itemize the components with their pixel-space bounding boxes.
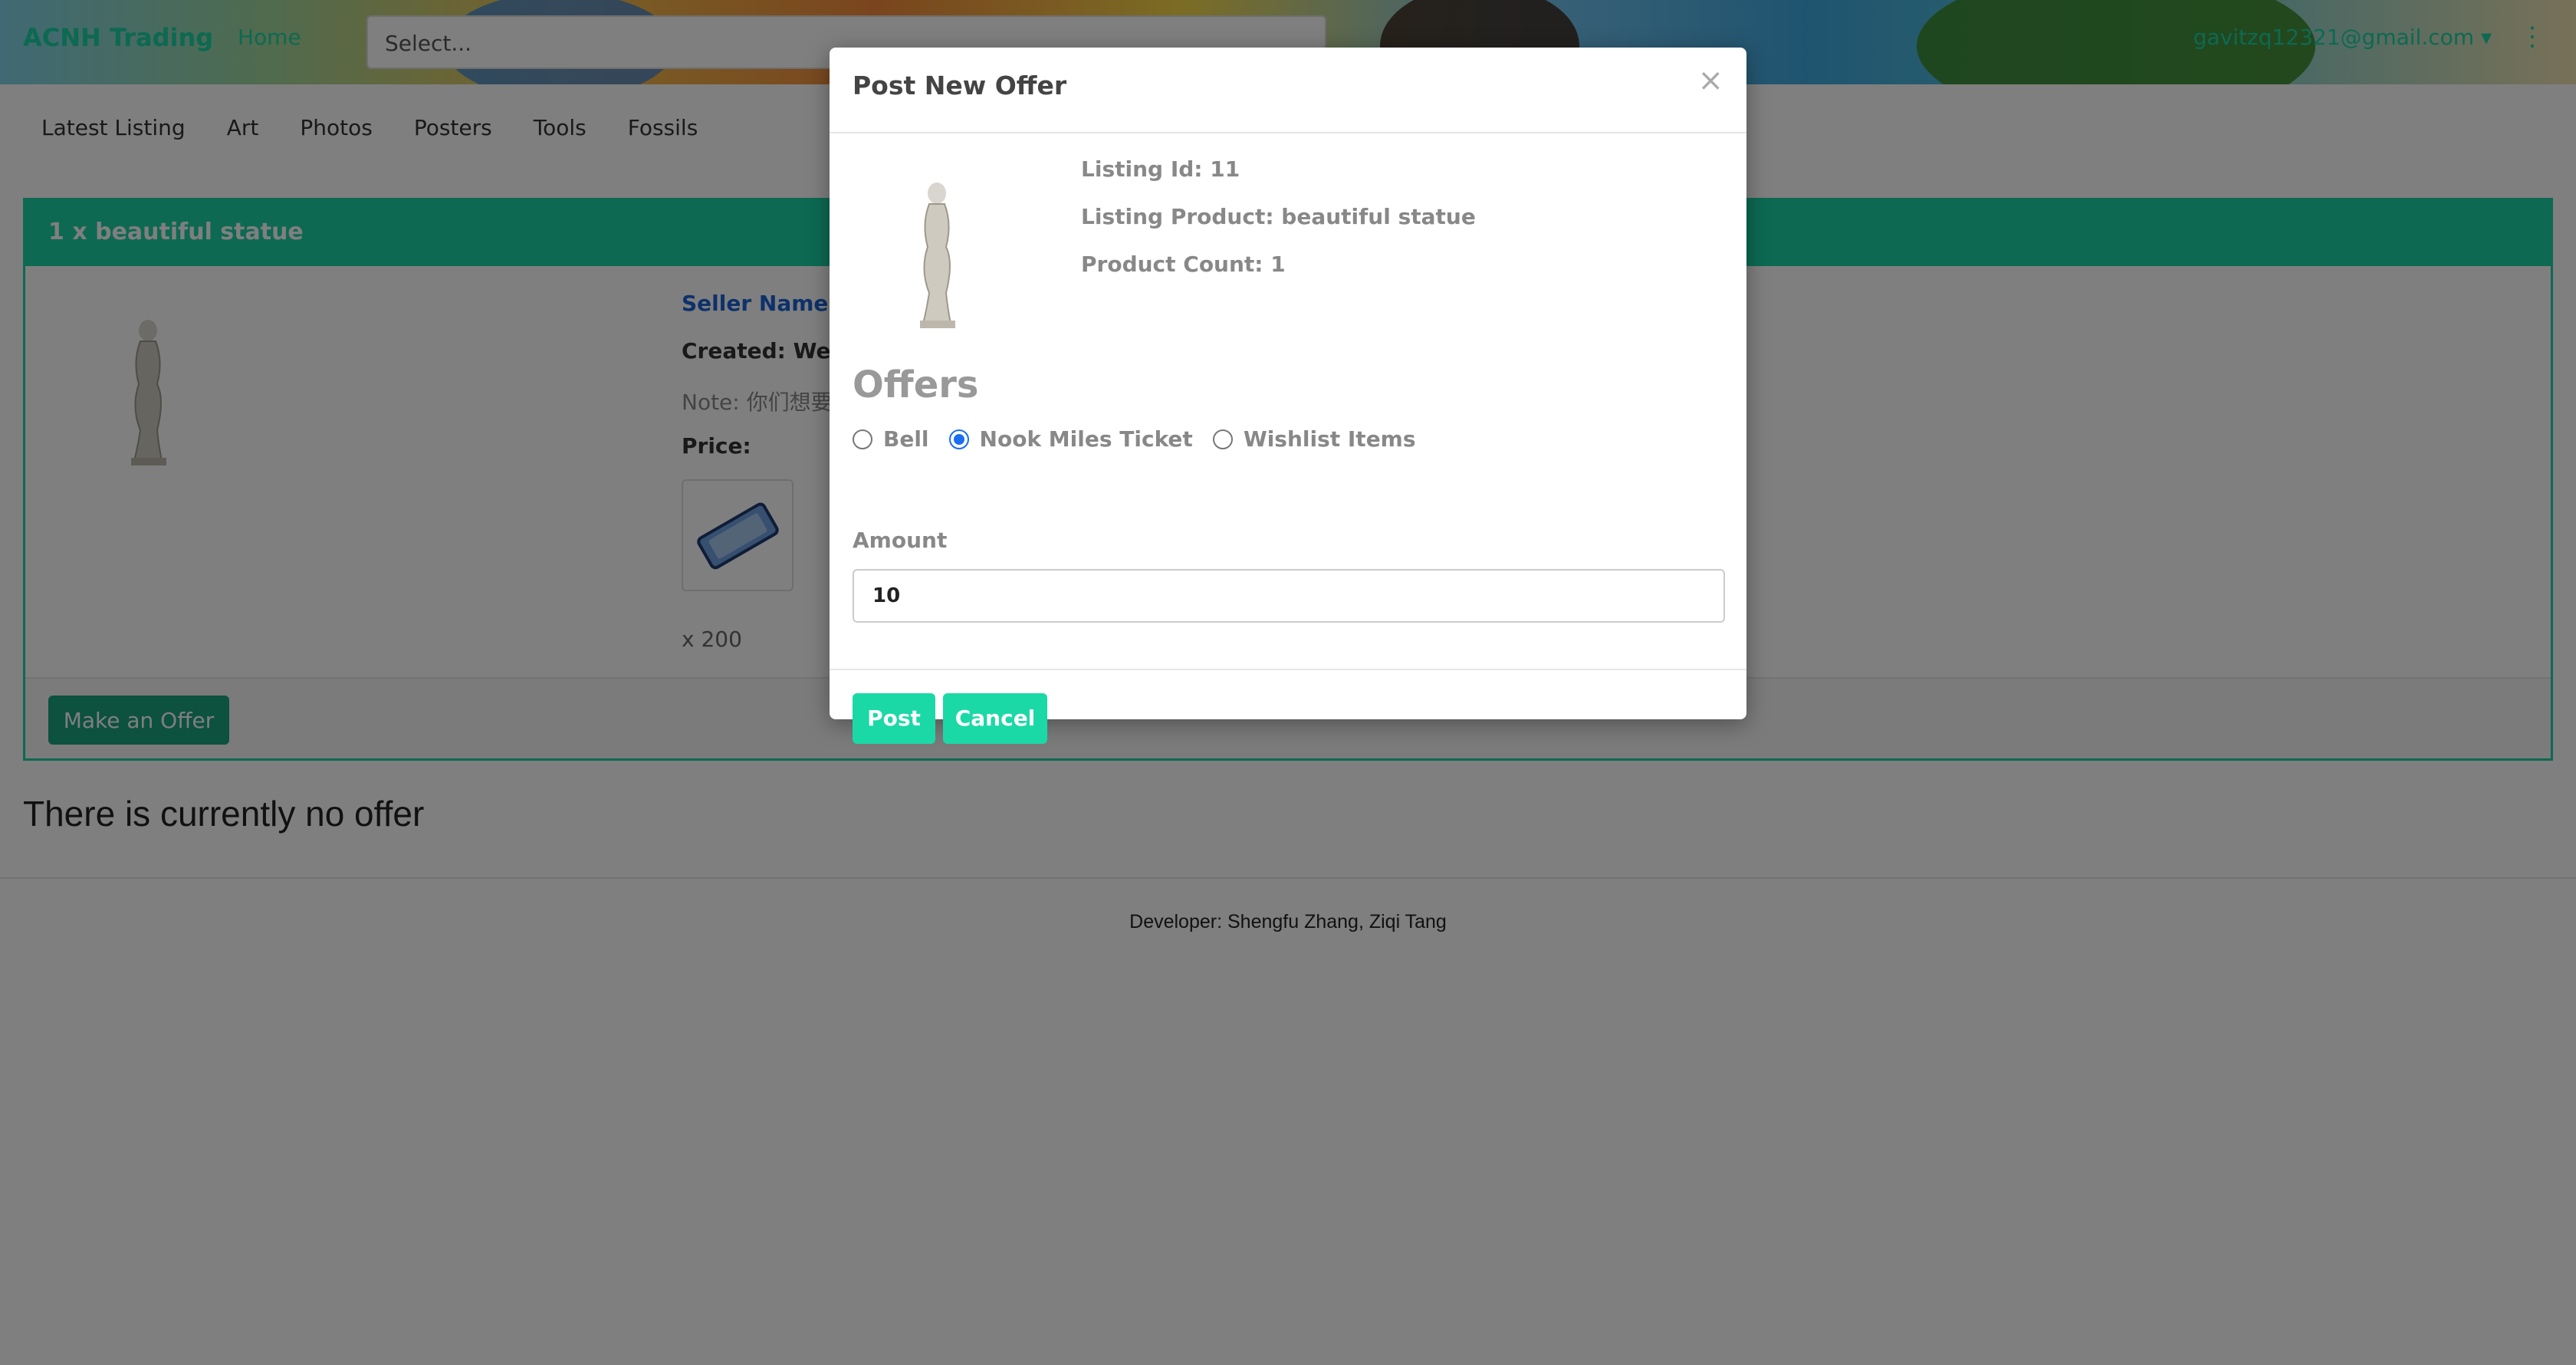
radio-nook-miles-ticket[interactable] <box>948 429 969 449</box>
radio-nook-miles-ticket-label[interactable]: Nook Miles Ticket <box>980 426 1193 452</box>
modal-footer-divider <box>830 669 1746 670</box>
offers-heading: Offers <box>853 363 979 406</box>
offer-type-radio-group: Bell Nook Miles Ticket Wishlist Items <box>853 426 1436 452</box>
post-offer-modal: Post New Offer × Listing Id: 11 Listing … <box>830 48 1746 744</box>
product-count: Product Count: 1 <box>1081 252 1286 277</box>
amount-label: Amount <box>853 528 948 553</box>
close-icon[interactable]: × <box>1697 63 1723 98</box>
listing-id: Listing Id: 11 <box>1081 156 1240 182</box>
post-button[interactable]: Post <box>853 693 935 744</box>
listing-product: Listing Product: beautiful statue <box>1081 204 1476 229</box>
amount-input[interactable] <box>853 569 1725 623</box>
modal-header: Post New Offer × <box>830 48 1746 133</box>
modal-title: Post New Offer <box>853 71 1067 100</box>
radio-bell-label[interactable]: Bell <box>883 426 929 452</box>
radio-bell[interactable] <box>853 429 872 449</box>
cancel-button[interactable]: Cancel <box>943 693 1047 744</box>
radio-wishlist-items[interactable] <box>1212 429 1233 449</box>
statue-image <box>906 178 968 334</box>
radio-wishlist-items-label[interactable]: Wishlist Items <box>1244 426 1416 452</box>
